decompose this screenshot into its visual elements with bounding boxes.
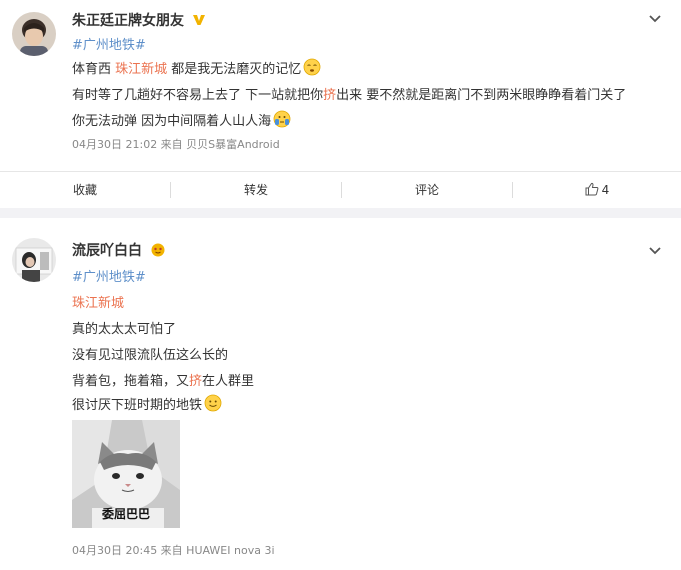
smile-face-icon bbox=[204, 394, 222, 412]
comment-button[interactable]: 评论 bbox=[342, 172, 512, 208]
repost-button[interactable]: 转发 bbox=[171, 172, 341, 208]
post-text-line-3: 背着包，拖着箱，又挤在人群里 bbox=[72, 374, 255, 389]
sleepy-face-icon bbox=[303, 58, 321, 76]
verified-v-icon bbox=[192, 15, 205, 25]
topic-link[interactable]: #广州地铁# bbox=[72, 34, 146, 53]
thumbs-up-icon bbox=[585, 182, 599, 196]
post-text-line-1: 体育西 珠江新城 都是我无法磨灭的记忆 bbox=[72, 58, 321, 77]
post-card-2: 流辰吖白白 #广州地铁# 珠江新城 真的太太太可怕了 没有见过限流队伍这么长的 … bbox=[0, 218, 681, 570]
post-text-line-4: 很讨厌下班时期的地铁 bbox=[72, 394, 222, 413]
post-text-line-2: 没有见过限流队伍这么长的 bbox=[72, 348, 229, 363]
chevron-down-icon[interactable] bbox=[647, 10, 663, 26]
topic-link[interactable]: #广州地铁# bbox=[72, 266, 146, 285]
username[interactable]: 流辰吖白白 bbox=[72, 240, 166, 260]
username[interactable]: 朱正廷正牌女朋友 bbox=[72, 10, 206, 30]
image-caption: 委屈巴巴 bbox=[101, 507, 150, 521]
post-text-line-1: 真的太太太可怕了 bbox=[72, 322, 177, 337]
chevron-down-icon[interactable] bbox=[647, 242, 663, 258]
post-meta: 04月30日 20:45 来自 HUAWEI nova 3i bbox=[72, 544, 275, 557]
verified-v-icon bbox=[151, 243, 165, 257]
post-card-1: 朱正廷正牌女朋友 #广州地铁# 体育西 珠江新城 都是我无法磨灭的记忆 有时等了… bbox=[0, 0, 681, 220]
squeezed-face-icon bbox=[273, 110, 291, 128]
post-text-line-3: 你无法动弹 因为中间隔着人山人海 bbox=[72, 110, 291, 129]
keyword-link[interactable]: 挤 bbox=[189, 374, 202, 389]
post-meta: 04月30日 21:02 来自 贝贝S暴富Android bbox=[72, 138, 280, 151]
section-gap bbox=[0, 208, 681, 218]
like-button[interactable]: 4 bbox=[513, 172, 681, 208]
post-image[interactable]: 委屈巴巴 bbox=[72, 420, 180, 528]
post-text-line-2: 有时等了几趟好不容易上去了 下一站就把你挤出来 要不然就是距离门不到两米眼睁睁看… bbox=[72, 88, 627, 103]
avatar[interactable] bbox=[12, 238, 56, 282]
favorite-button[interactable]: 收藏 bbox=[0, 172, 170, 208]
keyword-link[interactable]: 挤 bbox=[323, 88, 336, 103]
location-link[interactable]: 珠江新城 bbox=[115, 62, 167, 77]
avatar[interactable] bbox=[12, 12, 56, 56]
location-link[interactable]: 珠江新城 bbox=[72, 292, 124, 311]
action-bar: 收藏 转发 评论 4 bbox=[0, 172, 681, 208]
